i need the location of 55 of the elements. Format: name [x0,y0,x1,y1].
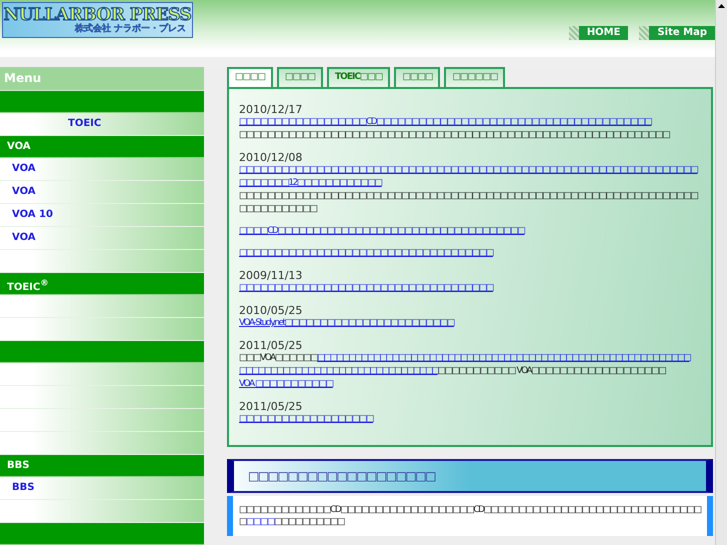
menu-item[interactable] [0,432,204,455]
menu-item[interactable]: VOA 10 [0,204,204,227]
news-text: □□□□□□□□□□□□□□□□□□□□□□□□□□□□□□□□□□□□□□□□□□□□□□□□□□□□□□□□□□□□□□□□□□□□□□□□□□□□ [239,190,699,216]
news-text: □□□□□□□□□□□□□□□□□□□□□□□□□□□□□□□□□□□□□□□□□□□ VOA□□□□□□□□□□□□□□□□□□□ [239,365,667,378]
pattern-icon [639,26,650,40]
news-date: 2010/12/17 [239,103,304,116]
news-link[interactable]: □□□□□□□□□□□□□□□□□□CD□□□□□□□□□□□□□□□□□□□□□□□□□□□□□□□□□□□□□□□ [239,116,701,129]
menu-item[interactable] [0,386,204,409]
news-link[interactable]: □□□□□□□□□□□□□□□□□□□□□□□□□□□□□□□□□□□□□□□□□□□□□□□□□□□□□□□□□□□□ [317,353,690,363]
news-link[interactable]: □□□□□□□□□□□□□□□□□□□□□□□□□□□□□□□□□□□□ [239,282,701,295]
news-date: 2011/05/25 [239,400,304,413]
menu-section-header: TOEIC$^{®}$ [0,273,204,295]
pattern-icon [568,26,579,40]
menu-item[interactable] [0,250,204,273]
news-date: 2011/05/25 [239,339,304,352]
nav-button[interactable]: Site Map [649,26,715,40]
menu-item[interactable]: TOEIC [0,113,204,136]
news-date: 2010/05/25 [239,304,304,317]
menu-item[interactable] [0,409,204,432]
menu-item[interactable]: VOA [0,227,204,250]
news-link[interactable]: VOA □□□□□□□□□□□ [239,378,701,391]
tab[interactable]: TOEIC□□□ [327,67,390,87]
section-text: □□□□□□□□□□□□□CD□□□□□□□□□□□□□□□□□□□CD□□□□□□□□□□□□□□□□□□□□□□□□□□□□□□□□□□□□□□□□□□□□□□ [239,504,701,528]
logo-title: NULLARBOR PRESS [4,6,192,24]
section-title: □□□□□□□□□□□□□□□□□□□ [248,469,435,483]
news-link[interactable]: □□□□□□□□□□□□□□□□□□□ [239,413,701,426]
tab[interactable]: □□□□ [394,67,440,87]
menu-item[interactable]: VOA [0,158,204,181]
menu-item[interactable]: VOA [0,181,204,204]
news-text: □□□□□□□□□□□□□□□□□□□□□□□□□□□□□□□□□□□□□□□□□□□□□□□□□□□□□□□□□□□□□ [239,129,671,142]
menu-item[interactable] [0,500,204,523]
news-link[interactable]: VOA-Study.net□□□□□□□□□□□□□□□□□□□□□□□□ [239,317,701,330]
news-link[interactable]: □□□□□□□□□□□□□□□□□□□□□□□□□□□□□□□□□□□□ [239,247,701,260]
news-date: 2010/12/08 [239,151,304,164]
logo-subtitle: 株式会社 ナラボー・プレス [74,24,186,34]
scrollbar[interactable] [715,0,727,545]
menu-item[interactable] [0,363,204,386]
section-link[interactable]: □□□□ [246,517,274,527]
news-link[interactable]: □□□□□□□□□□□□□□□□□□□□□□□□□□□□□□□□□□□□□□□□□□□□□□□□□□□□□□□□□□□□□□□□□□□□□□□□12□□□□□□□□□□□□ [239,164,701,190]
tab[interactable]: □□□□ [227,67,274,87]
menu-section-header: VOA [0,136,204,158]
scroll-up-icon[interactable] [717,2,726,11]
menu-title: Menu [0,67,204,91]
news-link[interactable]: □□□□□□□□□□□□□□□□□□□□□□□□□□□□□□□□ [239,366,438,376]
tab[interactable]: □□□□ [277,67,324,87]
tab[interactable]: □□□□□□ [444,67,506,87]
menu-item[interactable] [0,295,204,318]
menu-item[interactable]: BBS [0,477,204,500]
nav-button[interactable]: HOME [578,26,628,40]
menu-section-header: BBS [0,455,204,477]
news-date: 2009/11/13 [239,269,304,282]
logo[interactable]: NULLARBOR PRESS 株式会社 ナラボー・プレス [2,2,193,38]
news-text: □□□VOA□□□□□□□□□□□□□□□□□□□□□□□□□□□□□□□□□□□□□□□□□□□□□□□□□□□□□□□□□□□□□□□□□□ [239,352,691,365]
news-link[interactable]: □□□□CD□□□□□□□□□□□□□□□□□□□□□□□□□□□□□□□□□□□ [239,225,701,238]
menu-item[interactable] [0,318,204,341]
